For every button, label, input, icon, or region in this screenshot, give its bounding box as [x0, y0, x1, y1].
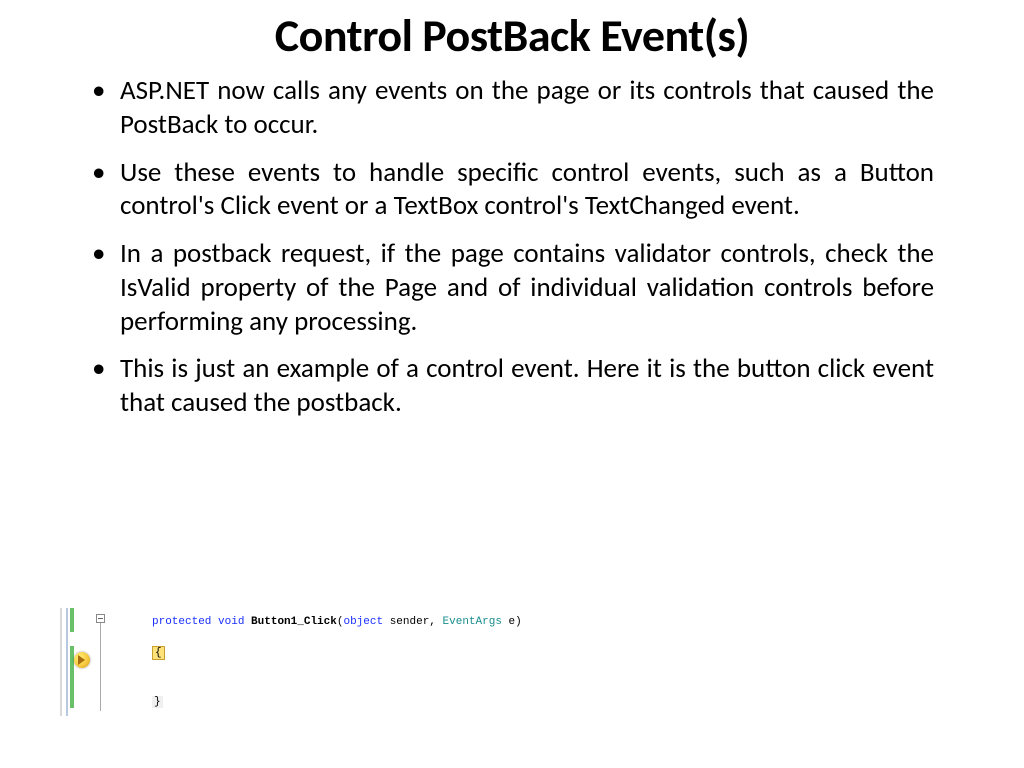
gutter-line-icon: [60, 608, 62, 716]
slide-title: Control PostBack Event(s): [90, 8, 934, 64]
method-name: Button1_Click: [251, 616, 337, 628]
bullet-item: This is just an example of a control eve…: [90, 352, 934, 420]
bullet-item: Use these events to handle specific cont…: [90, 156, 934, 224]
code-line: protected void Button1_Click(object send…: [152, 612, 522, 633]
bullet-list: ASP.NET now calls any events on the page…: [90, 74, 934, 420]
gutter-line-icon: [66, 608, 68, 716]
change-marker-icon: [70, 646, 74, 708]
execution-pointer-icon: [74, 652, 90, 668]
arg-sender: sender,: [383, 616, 442, 628]
code-snippet: protected void Button1_Click(object send…: [60, 608, 640, 716]
arg-e: e: [502, 616, 515, 628]
close-brace: }: [152, 696, 163, 708]
bullet-item: ASP.NET now calls any events on the page…: [90, 74, 934, 142]
fold-guide-icon: [100, 623, 101, 711]
paren-close: ): [515, 616, 522, 628]
open-brace: {: [152, 646, 165, 660]
keyword-protected: protected: [152, 616, 211, 628]
fold-toggle-icon: [96, 614, 105, 623]
code-gutter: [60, 608, 108, 716]
bullet-item: In a postback request, if the page conta…: [90, 237, 934, 338]
keyword-object: object: [343, 616, 383, 628]
change-marker-icon: [70, 608, 74, 632]
slide: Control PostBack Event(s) ASP.NET now ca…: [0, 0, 1024, 420]
type-eventargs: EventArgs: [443, 616, 502, 628]
keyword-void: void: [218, 616, 244, 628]
